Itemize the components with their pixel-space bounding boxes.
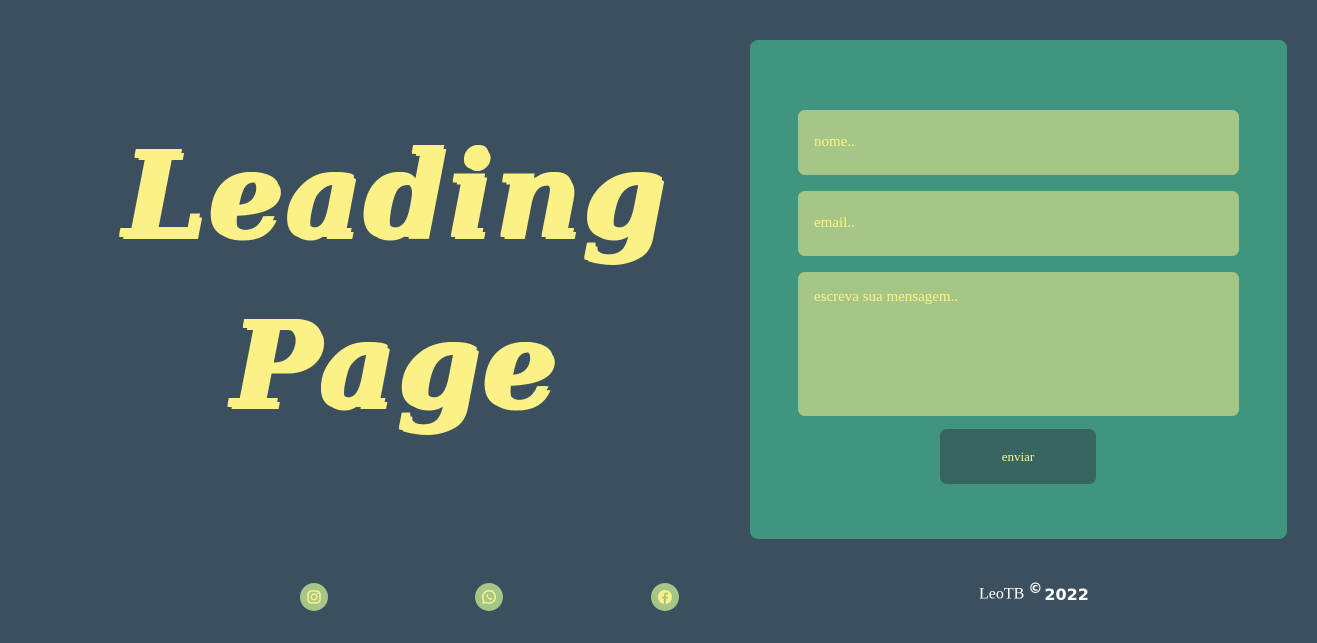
copyright-year: 2022: [1044, 585, 1089, 604]
copyright-symbol: ©: [1028, 581, 1043, 598]
hero-title: Leading Page: [120, 110, 670, 460]
email-input[interactable]: email..: [798, 191, 1239, 256]
whatsapp-link[interactable]: [475, 583, 503, 611]
name-input[interactable]: nome..: [798, 110, 1239, 175]
facebook-icon: [658, 590, 672, 604]
message-textarea[interactable]: escreva sua mensagem..: [798, 272, 1239, 416]
instagram-link[interactable]: [300, 583, 328, 611]
send-button[interactable]: enviar: [940, 429, 1096, 484]
whatsapp-icon: [482, 590, 496, 604]
facebook-link[interactable]: [651, 583, 679, 611]
contact-form: nome.. email.. escreva sua mensagem.. en…: [750, 40, 1287, 539]
hero-title-line-1: Leading: [122, 125, 668, 264]
hero-title-line-2: Page: [231, 295, 559, 434]
instagram-icon: [307, 590, 321, 604]
copyright-author: LeoTB: [979, 585, 1025, 603]
copyright-notice: LeoTB © 2022: [979, 581, 1089, 609]
